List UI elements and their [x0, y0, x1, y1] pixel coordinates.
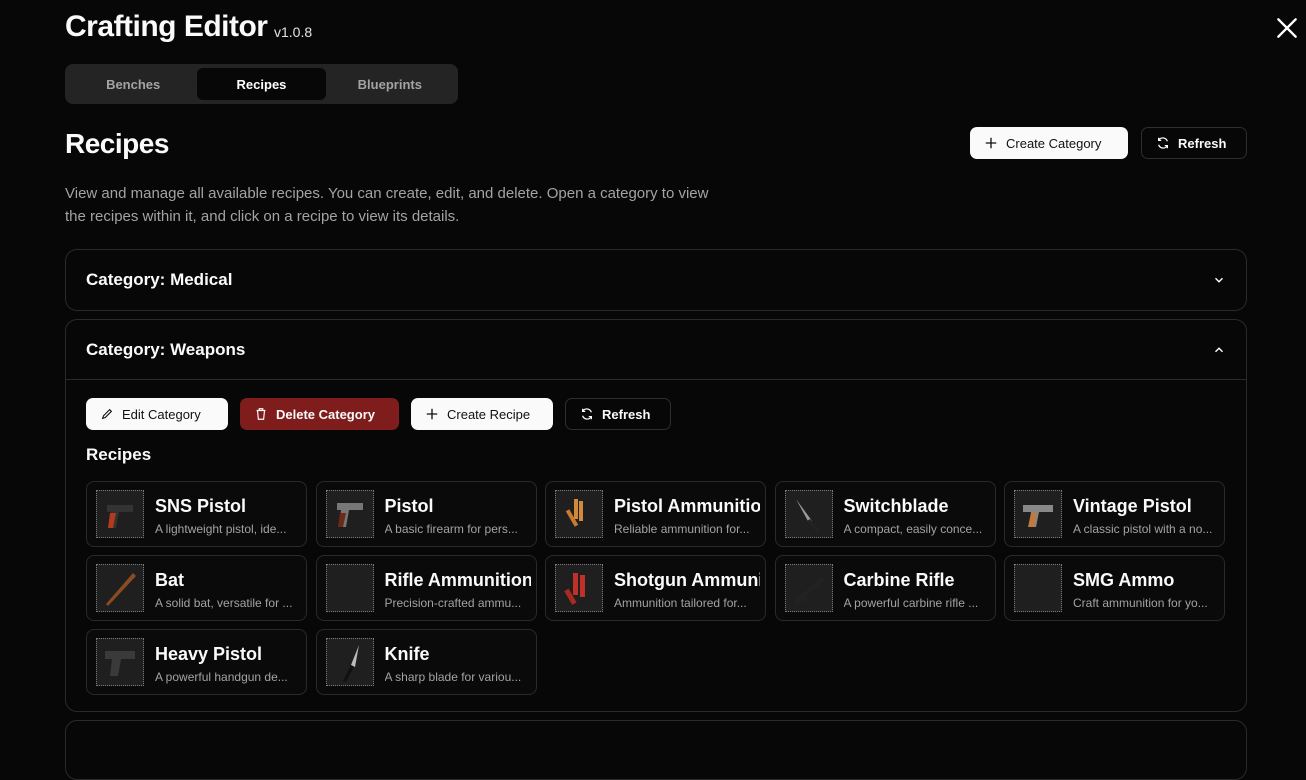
recipe-name: SMG Ammo	[1073, 570, 1219, 591]
pistol-heavy-icon	[97, 639, 143, 685]
tab-blueprints[interactable]: Blueprints	[326, 68, 454, 100]
recipe-description: A classic pistol with a no...	[1073, 522, 1219, 536]
recipe-card[interactable]: Switchblade A compact, easily conce...	[775, 481, 996, 547]
category-weapons: Category: Weapons Edit Category Delete C…	[65, 319, 1247, 712]
tab-recipes[interactable]: Recipes	[197, 68, 325, 100]
category-medical: Category: Medical	[65, 249, 1247, 311]
recipe-thumbnail	[555, 490, 603, 538]
close-icon[interactable]	[1274, 15, 1300, 41]
recipe-name: Bat	[155, 570, 301, 591]
rifle-icon	[786, 565, 832, 611]
refresh-label: Refresh	[1178, 136, 1226, 151]
pistol-grey-icon	[327, 491, 373, 537]
create-category-label: Create Category	[1006, 136, 1101, 151]
recipe-description: A powerful handgun de...	[155, 670, 301, 684]
switchblade-icon	[786, 491, 832, 537]
delete-category-button[interactable]: Delete Category	[240, 398, 399, 430]
category-title: Category: Weapons	[86, 340, 245, 360]
recipe-description: Precision-crafted ammu...	[385, 596, 531, 610]
recipe-thumbnail	[326, 638, 374, 686]
recipe-description: Reliable ammunition for...	[614, 522, 760, 536]
refresh-icon	[580, 407, 594, 421]
pistol-red-icon	[97, 491, 143, 537]
recipe-card[interactable]: Carbine Rifle A powerful carbine rifle .…	[775, 555, 996, 621]
app-version: v1.0.8	[274, 24, 312, 40]
chevron-down-icon	[1212, 273, 1226, 287]
recipe-name: Heavy Pistol	[155, 644, 301, 665]
recipe-thumbnail	[326, 490, 374, 538]
recipe-card[interactable]: Rifle Ammunition Precision-crafted ammu.…	[316, 555, 537, 621]
refresh-icon	[1156, 136, 1170, 150]
page-title: Recipes	[65, 128, 169, 160]
recipe-thumbnail	[96, 638, 144, 686]
page-description: View and manage all available recipes. Y…	[65, 182, 725, 228]
pistol-vintage-icon	[1015, 491, 1061, 537]
refresh-button[interactable]: Refresh	[1141, 127, 1247, 159]
recipe-thumbnail	[326, 564, 374, 612]
recipe-description: A basic firearm for pers...	[385, 522, 531, 536]
recipe-description: A sharp blade for variou...	[385, 670, 531, 684]
delete-category-label: Delete Category	[276, 407, 375, 422]
recipe-description: A lightweight pistol, ide...	[155, 522, 301, 536]
recipe-card[interactable]: Shotgun Ammunition Ammunition tailored f…	[545, 555, 766, 621]
recipe-card[interactable]: Heavy Pistol A powerful handgun de...	[86, 629, 307, 695]
recipe-thumbnail	[96, 564, 144, 612]
recipe-thumbnail	[1014, 490, 1062, 538]
category-weapons-header[interactable]: Category: Weapons	[66, 320, 1246, 380]
recipe-thumbnail	[1014, 564, 1062, 612]
recipe-name: SNS Pistol	[155, 496, 301, 517]
recipe-description: A powerful carbine rifle ...	[844, 596, 990, 610]
recipe-thumbnail	[96, 490, 144, 538]
app-title: Crafting Editor	[65, 10, 268, 44]
recipe-name: Carbine Rifle	[844, 570, 990, 591]
recipe-thumbnail	[555, 564, 603, 612]
recipe-name: Rifle Ammunition	[385, 570, 531, 591]
recipe-thumbnail	[785, 490, 833, 538]
create-category-button[interactable]: Create Category	[970, 127, 1128, 159]
category-medical-header[interactable]: Category: Medical	[66, 250, 1246, 310]
recipe-name: Knife	[385, 644, 531, 665]
chevron-up-icon	[1212, 343, 1226, 357]
trash-icon	[254, 407, 268, 421]
recipe-thumbnail	[785, 564, 833, 612]
recipe-card[interactable]: SMG Ammo Craft ammunition for yo...	[1004, 555, 1225, 621]
category-refresh-button[interactable]: Refresh	[565, 398, 671, 430]
plus-icon	[984, 136, 998, 150]
create-recipe-label: Create Recipe	[447, 407, 530, 422]
recipe-card[interactable]: Vintage Pistol A classic pistol with a n…	[1004, 481, 1225, 547]
recipe-name: Pistol	[385, 496, 531, 517]
knife-icon	[327, 639, 373, 685]
none-icon	[1015, 565, 1061, 611]
recipe-description: Ammunition tailored for...	[614, 596, 760, 610]
recipe-name: Switchblade	[844, 496, 990, 517]
plus-icon	[425, 407, 439, 421]
shells-icon	[556, 565, 602, 611]
main-tabs: Benches Recipes Blueprints	[65, 64, 458, 104]
tab-benches[interactable]: Benches	[69, 68, 197, 100]
recipe-name: Shotgun Ammunition	[614, 570, 760, 591]
pencil-icon	[100, 407, 114, 421]
recipe-card[interactable]: Knife A sharp blade for variou...	[316, 629, 537, 695]
category-title: Category: Medical	[86, 270, 232, 290]
bat-icon	[97, 565, 143, 611]
recipe-description: A solid bat, versatile for ...	[155, 596, 301, 610]
recipe-description: A compact, easily conce...	[844, 522, 990, 536]
bullets-icon	[556, 491, 602, 537]
recipe-name: Pistol Ammunition	[614, 496, 760, 517]
edit-category-button[interactable]: Edit Category	[86, 398, 228, 430]
recipe-description: Craft ammunition for yo...	[1073, 596, 1219, 610]
create-recipe-button[interactable]: Create Recipe	[411, 398, 553, 430]
recipe-card[interactable]: Bat A solid bat, versatile for ...	[86, 555, 307, 621]
none-icon	[327, 565, 373, 611]
edit-category-label: Edit Category	[122, 407, 201, 422]
recipe-card[interactable]: Pistol Ammunition Reliable ammunition fo…	[545, 481, 766, 547]
category-collapsed	[65, 720, 1247, 780]
refresh-label: Refresh	[602, 407, 650, 422]
recipe-card[interactable]: SNS Pistol A lightweight pistol, ide...	[86, 481, 307, 547]
recipe-name: Vintage Pistol	[1073, 496, 1219, 517]
recipe-card[interactable]: Pistol A basic firearm for pers...	[316, 481, 537, 547]
recipes-heading: Recipes	[86, 445, 151, 465]
